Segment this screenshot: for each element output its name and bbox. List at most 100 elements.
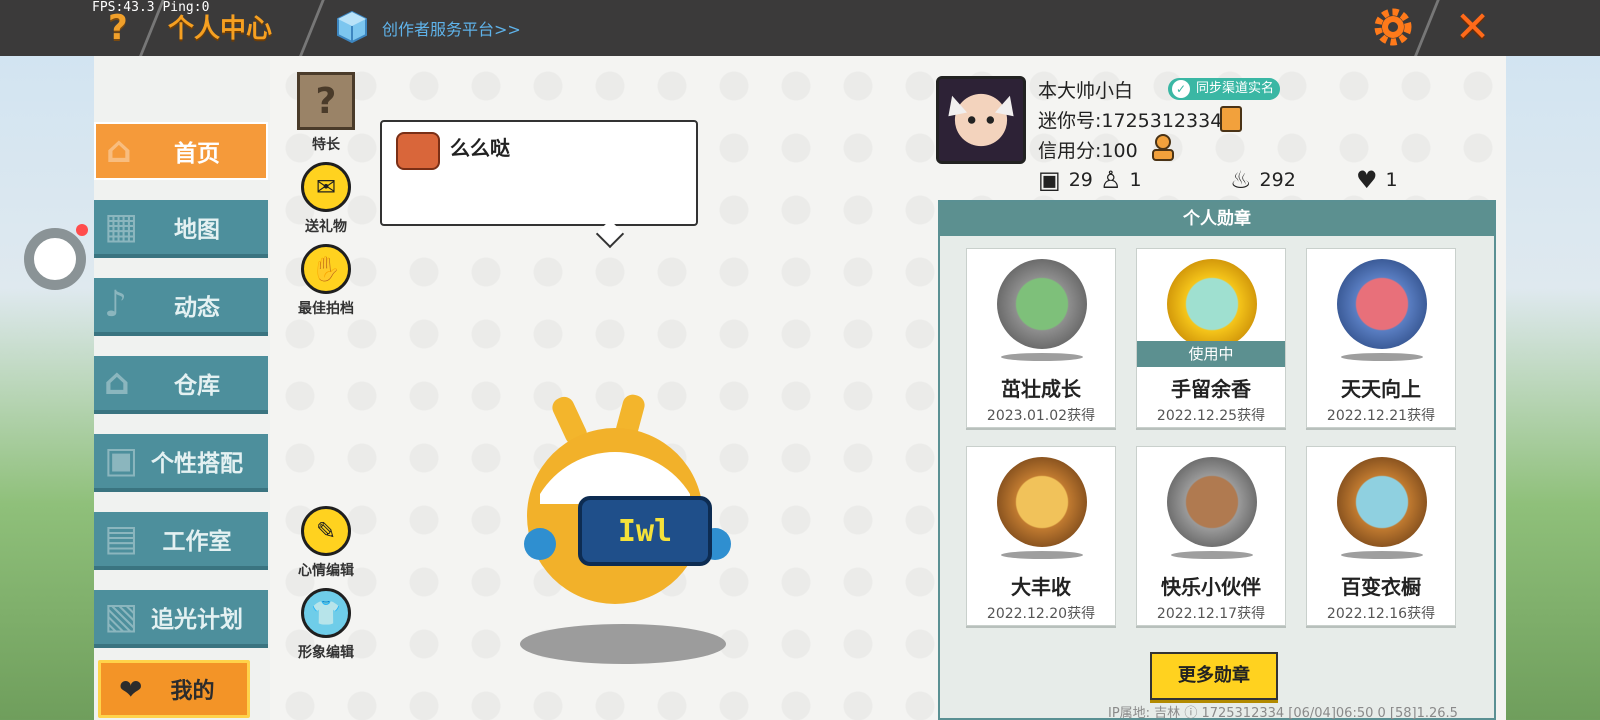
sidebar-item-map[interactable]: ▦ 地图 bbox=[94, 200, 268, 258]
medal-card[interactable]: 茁壮成长 2023.01.02获得 bbox=[966, 248, 1116, 428]
specialty-label: 特长 bbox=[312, 137, 340, 153]
bubble-tail bbox=[595, 219, 625, 249]
medal-card[interactable]: 百变衣橱 2022.12.16获得 bbox=[1306, 446, 1456, 626]
more-medals-button[interactable]: 更多勋章 bbox=[1150, 652, 1278, 700]
sidebar-item-label: 个性搭配 bbox=[151, 451, 243, 477]
avatar[interactable] bbox=[936, 76, 1026, 164]
medal-date: 2023.01.02获得 bbox=[986, 408, 1096, 424]
medal-shadow bbox=[1171, 551, 1253, 559]
credit-info-icon[interactable] bbox=[1150, 134, 1176, 162]
likes-stat[interactable]: ♥ 1 bbox=[1356, 166, 1398, 194]
medal-shadow bbox=[1341, 353, 1423, 361]
avatar-edit-button[interactable]: 👕 形象编辑 bbox=[286, 588, 366, 662]
divider bbox=[1413, 0, 1440, 58]
mood-edit-label: 心情编辑 bbox=[298, 563, 354, 579]
bookmark-add-icon: ▣ bbox=[1038, 166, 1061, 194]
mood-edit-button[interactable]: ✎ 心情编辑 bbox=[286, 506, 366, 580]
copy-icon[interactable] bbox=[1220, 106, 1242, 132]
medal-card[interactable]: 快乐小伙伴 2022.12.17获得 bbox=[1136, 446, 1286, 626]
medal-name: 茁壮成长 bbox=[1001, 377, 1081, 401]
medal-date: 2022.12.25获得 bbox=[1156, 408, 1266, 424]
help-icon[interactable]: ? bbox=[108, 8, 138, 48]
medal-card[interactable]: 使用中 手留余香 2022.12.25获得 bbox=[1136, 248, 1286, 428]
send-gift-button[interactable]: ✉ 送礼物 bbox=[286, 162, 366, 236]
avatar-edit-label: 形象编辑 bbox=[298, 645, 354, 661]
mystery-box-icon: ? bbox=[297, 72, 355, 130]
popularity-count: 292 bbox=[1259, 169, 1296, 191]
medal-friends-icon bbox=[1167, 457, 1257, 547]
heart-icon: ❤ bbox=[119, 672, 143, 706]
close-icon[interactable]: ✕ bbox=[1455, 4, 1490, 50]
creator-platform-link[interactable]: 创作者服务平台>> bbox=[382, 16, 521, 40]
heart-icon: ♥ bbox=[1356, 166, 1378, 194]
credit-score: 信用分:100 bbox=[1038, 140, 1138, 162]
medal-harvest-icon bbox=[997, 457, 1087, 547]
medal-sprout-icon bbox=[997, 259, 1087, 349]
medal-name: 手留余香 bbox=[1171, 377, 1251, 401]
sidebar-item-label: 首页 bbox=[174, 141, 220, 167]
svg-text:Iwl: Iwl bbox=[618, 514, 672, 549]
sidebar-item-studio[interactable]: ▤ 工作室 bbox=[94, 512, 268, 570]
medal-panel-header: 个人勋章 bbox=[940, 202, 1494, 236]
medal-wardrobe-icon bbox=[1337, 457, 1427, 547]
medal-name: 大丰收 bbox=[1011, 575, 1071, 599]
gear-icon[interactable] bbox=[1372, 6, 1414, 48]
medal-shadow bbox=[1341, 551, 1423, 559]
outfit-icon: ▣ bbox=[104, 440, 139, 481]
medal-date: 2022.12.21获得 bbox=[1326, 408, 1436, 424]
sidebar-item-label: 仓库 bbox=[174, 373, 220, 399]
likes-count: 1 bbox=[1385, 169, 1398, 191]
floating-assistant-button[interactable] bbox=[24, 228, 86, 290]
best-partner-label: 最佳拍档 bbox=[298, 301, 354, 317]
top-bar: FPS:43.3 Ping:0 ? 个人中心 创作者服务平台>> ✕ bbox=[0, 0, 1600, 58]
medal-panel: 个人勋章 茁壮成长 2023.01.02获得 使用中 手留余香 2022.12.… bbox=[938, 200, 1496, 720]
medal-name: 天天向上 bbox=[1341, 377, 1421, 401]
cube-icon[interactable] bbox=[336, 10, 368, 44]
sidebar-item-outfit[interactable]: ▣ 个性搭配 bbox=[94, 434, 268, 492]
gift-icon: ✉ bbox=[301, 162, 351, 212]
flame-icon: ♨ bbox=[1230, 166, 1252, 194]
mine-button[interactable]: ❤ 我的 bbox=[98, 660, 250, 718]
sync-realname-badge[interactable]: ✓ 同步渠道实名 bbox=[1168, 78, 1281, 100]
light-chase-icon: ▧ bbox=[104, 596, 139, 637]
medal-calendar-icon bbox=[1337, 259, 1427, 349]
mood-bubble[interactable]: 么么哒 bbox=[380, 120, 698, 249]
popularity-stat[interactable]: ♨ 292 bbox=[1230, 166, 1296, 194]
sidebar-item-warehouse[interactable]: ⌂ 仓库 bbox=[94, 356, 268, 414]
user-icon: ✓ bbox=[1172, 80, 1190, 98]
sidebar-item-label: 追光计划 bbox=[151, 607, 243, 633]
medal-date: 2022.12.16获得 bbox=[1326, 606, 1436, 622]
profile-stats: ▣ 29 ♙ 1 ♨ 292 ♥ 1 bbox=[1038, 166, 1598, 196]
posts-stat[interactable]: ▣ 29 bbox=[1038, 166, 1093, 194]
sidebar-item-label: 地图 bbox=[174, 217, 220, 243]
medal-name: 快乐小伙伴 bbox=[1161, 575, 1261, 599]
character-shadow bbox=[520, 624, 726, 664]
specialty-button[interactable]: ? 特长 bbox=[286, 72, 366, 154]
medal-card[interactable]: 大丰收 2022.12.20获得 bbox=[966, 446, 1116, 626]
medal-fragrance-icon bbox=[1167, 259, 1257, 349]
mood-text: 么么哒 bbox=[450, 136, 510, 160]
sidebar: ⌂ 首页 ▦ 地图 ♪ 动态 ⌂ 仓库 ▣ 个性搭配 ▤ 工作室 ▧ 追光计划 … bbox=[94, 56, 270, 720]
robot-character[interactable]: Iwl bbox=[500, 394, 740, 614]
sync-badge-label: 同步渠道实名 bbox=[1196, 81, 1275, 96]
mood-avatar-icon bbox=[396, 132, 440, 170]
sidebar-item-home[interactable]: ⌂ 首页 bbox=[94, 122, 268, 180]
warehouse-icon: ⌂ bbox=[104, 362, 130, 403]
fans-stat[interactable]: ♙ 1 bbox=[1100, 166, 1142, 194]
sidebar-item-feed[interactable]: ♪ 动态 bbox=[94, 278, 268, 336]
medal-date: 2022.12.20获得 bbox=[986, 606, 1096, 622]
home-icon: ⌂ bbox=[106, 130, 132, 171]
shirt-icon: 👕 bbox=[301, 588, 351, 638]
handshake-icon: ✋ bbox=[301, 244, 351, 294]
medal-name: 百变衣橱 bbox=[1341, 575, 1421, 599]
sidebar-item-light-chase[interactable]: ▧ 追光计划 bbox=[94, 590, 268, 648]
bell-icon: ♪ bbox=[104, 284, 127, 325]
best-partner-button[interactable]: ✋ 最佳拍档 bbox=[286, 244, 366, 318]
fans-count: 1 bbox=[1129, 169, 1142, 191]
send-gift-label: 送礼物 bbox=[305, 219, 347, 235]
medal-date: 2022.12.17获得 bbox=[1156, 606, 1266, 622]
medal-card[interactable]: 天天向上 2022.12.21获得 bbox=[1306, 248, 1456, 428]
footer-info: IP属地: 吉林 ⓘ 1725312334 [06/04]06:50 0 [58… bbox=[1108, 706, 1458, 720]
username: 本大帅小白 bbox=[1038, 80, 1134, 102]
medal-shadow bbox=[1001, 353, 1083, 361]
